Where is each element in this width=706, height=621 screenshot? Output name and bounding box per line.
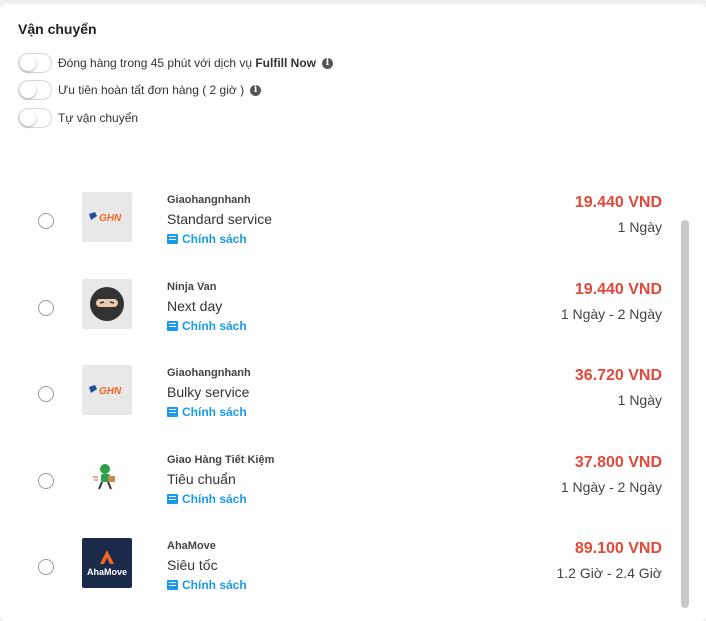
carrier-name: Ninja Van — [167, 281, 217, 293]
policy-link[interactable]: Chính sách — [167, 405, 247, 419]
ghn-logo-icon: GHN — [82, 192, 132, 242]
carrier-name: Giao Hàng Tiết Kiệm — [167, 454, 275, 466]
shipping-radio[interactable] — [38, 473, 54, 489]
policy-label: Chính sách — [182, 232, 247, 246]
toggle-row-self-shipping: Tự vận chuyển — [18, 107, 138, 129]
svg-text:GHN: GHN — [99, 386, 122, 397]
policy-label: Chính sách — [182, 405, 247, 419]
policy-label: Chính sách — [182, 578, 247, 592]
price: 37.800 VND — [574, 454, 662, 471]
self-shipping-toggle[interactable] — [18, 108, 52, 128]
service-name: Next day — [167, 298, 223, 314]
toggle-label: Ưu tiên hoàn tất đơn hàng ( 2 giờ ) — [58, 83, 245, 97]
ghn-logo-icon: GHN — [82, 365, 132, 415]
info-icon[interactable]: i — [322, 57, 333, 69]
service-name: Standard service — [167, 211, 273, 227]
book-icon — [167, 580, 178, 590]
toggle-row-fulfill-now: Đóng hàng trong 45 phút với dịch vụ Fulf… — [18, 52, 333, 74]
section-title: Vận chuyển — [18, 21, 97, 37]
policy-link[interactable]: Chính sách — [167, 319, 247, 333]
toggle-label: Đóng hàng trong 45 phút với dịch vụ Fulf… — [58, 56, 316, 70]
price: 19.440 VND — [574, 281, 662, 298]
shipping-radio[interactable] — [38, 300, 54, 316]
delivery-time: 1 Ngày — [617, 219, 662, 235]
shipping-option[interactable]: Ninja Van Next day Chính sách 19.440 VND… — [0, 271, 680, 357]
shipping-option[interactable]: Giao Hàng Tiết Kiệm Tiêu chuẩn Chính sác… — [0, 444, 680, 530]
delivery-time: 1 Ngày — [617, 392, 662, 408]
service-name: Siêu tốc — [167, 557, 218, 573]
policy-link[interactable]: Chính sách — [167, 492, 247, 506]
price: 89.100 VND — [574, 540, 662, 557]
shipping-radio[interactable] — [38, 386, 54, 402]
policy-link[interactable]: Chính sách — [167, 232, 247, 246]
delivery-time: 1 Ngày - 2 Ngày — [560, 306, 662, 322]
ahamove-logo-text: AhaMove — [86, 567, 127, 577]
ghtk-logo-icon — [82, 452, 132, 502]
shipping-option[interactable]: GHN Giaohangnhanh Bulky service Chính sá… — [0, 357, 680, 443]
shipping-option[interactable]: GHN Giaohangnhanh Standard service Chính… — [0, 184, 680, 270]
svg-text:GHN: GHN — [99, 213, 122, 224]
scrollbar-thumb[interactable] — [681, 220, 689, 608]
toggle-label: Tự vận chuyển — [58, 111, 139, 125]
service-name: Tiêu chuẩn — [167, 471, 236, 487]
shipping-options-list: GHN Giaohangnhanh Standard service Chính… — [0, 158, 706, 616]
price: 19.440 VND — [574, 194, 662, 211]
policy-label: Chính sách — [182, 492, 247, 506]
book-icon — [167, 234, 178, 244]
carrier-name: AhaMove — [167, 540, 216, 552]
service-name: Bulky service — [167, 384, 250, 400]
fulfill-now-toggle[interactable] — [18, 53, 52, 73]
policy-label: Chính sách — [182, 319, 247, 333]
priority-toggle[interactable] — [18, 80, 52, 100]
price: 36.720 VND — [574, 367, 662, 384]
ninja-van-logo-icon — [82, 279, 132, 329]
shipping-radio[interactable] — [38, 559, 54, 575]
policy-link[interactable]: Chính sách — [167, 578, 247, 592]
shipping-radio[interactable] — [38, 213, 54, 229]
ahamove-logo-icon: AhaMove — [82, 538, 132, 588]
book-icon — [167, 494, 178, 504]
delivery-time: 1.2 Giờ - 2.4 Giờ — [556, 565, 662, 581]
carrier-name: Giaohangnhanh — [167, 367, 251, 379]
carrier-name: Giaohangnhanh — [167, 194, 251, 206]
book-icon — [167, 321, 178, 331]
toggle-row-priority: Ưu tiên hoàn tất đơn hàng ( 2 giờ ) i — [18, 79, 262, 101]
info-icon[interactable]: i — [250, 84, 262, 96]
delivery-time: 1 Ngày - 2 Ngày — [560, 479, 662, 495]
book-icon — [167, 407, 178, 417]
shipping-option[interactable]: AhaMove AhaMove Siêu tốc Chính sách 89.1… — [0, 530, 680, 616]
